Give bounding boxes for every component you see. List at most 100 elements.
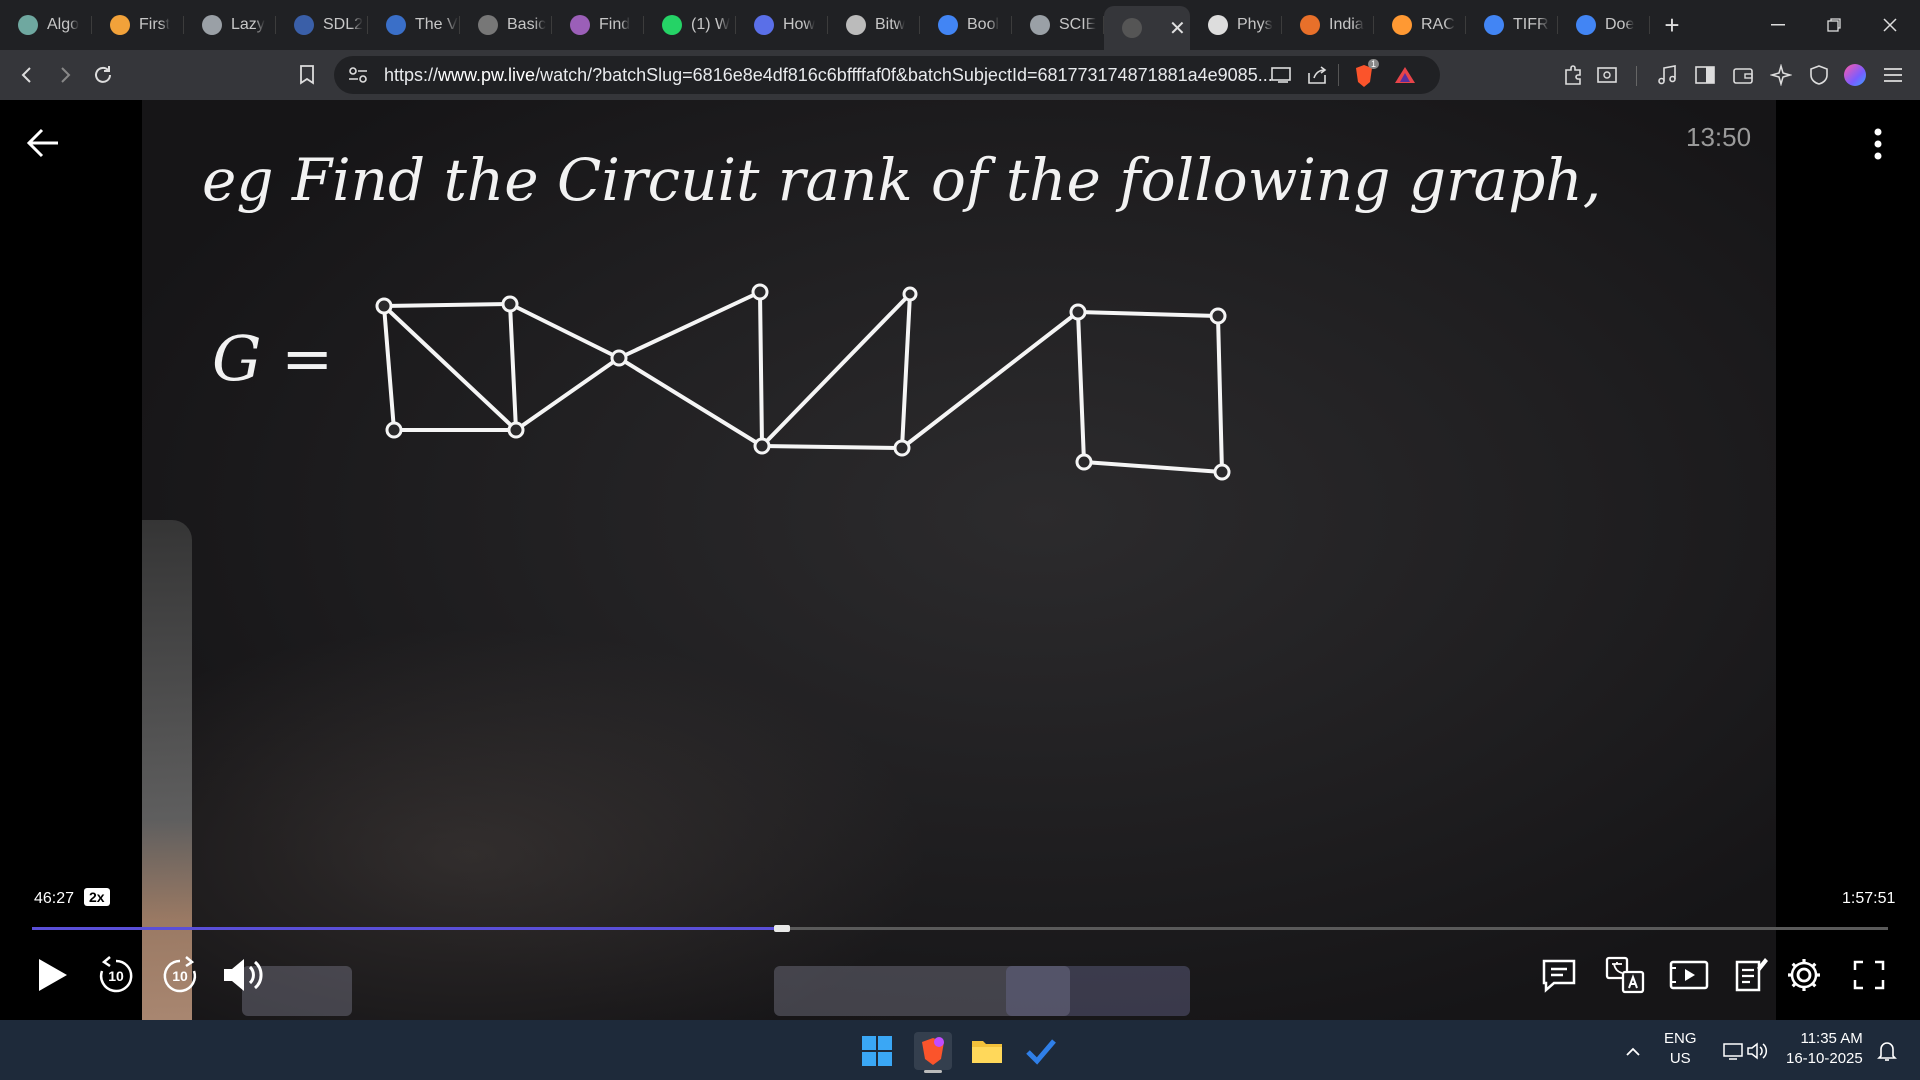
volume-indicator[interactable] [1738, 1032, 1776, 1070]
tab[interactable]: How [736, 0, 828, 50]
tab[interactable]: Bool [920, 0, 1012, 50]
wallet-button[interactable] [1726, 59, 1760, 91]
picture-in-picture-button[interactable] [1668, 950, 1710, 1000]
tab-label: SCIE [1059, 16, 1097, 33]
tab-strip: Algo First Lazy SDL2 The V Basic Find (1) W How B… [0, 0, 1920, 50]
reader-button[interactable] [1590, 59, 1624, 91]
board-title-text: eg Find the Circuit rank of the followin… [202, 146, 1601, 214]
tab[interactable]: Phys [1190, 0, 1282, 50]
graph-vertex [893, 439, 911, 457]
tab[interactable]: First [92, 0, 184, 50]
taskbar-brave[interactable] [914, 1032, 952, 1070]
globe-icon [202, 15, 222, 35]
tray-overflow-button[interactable] [1614, 1032, 1652, 1070]
tab[interactable]: Find [552, 0, 644, 50]
instructor-silhouette [142, 520, 192, 1020]
forward-10-button[interactable]: 10 [158, 950, 202, 1000]
cast-icon[interactable] [1270, 66, 1292, 84]
taskbar-todo[interactable] [1022, 1032, 1060, 1070]
translate-button[interactable] [1604, 950, 1646, 1000]
notifications-button[interactable] [1868, 1032, 1906, 1070]
fullscreen-button[interactable] [1848, 950, 1890, 1000]
tab[interactable]: TIFR [1466, 0, 1558, 50]
folder-icon [972, 1041, 1002, 1063]
address-bar[interactable]: https://www.pw.live/watch/?batchSlug=681… [334, 56, 1440, 94]
graph-vertex [902, 286, 918, 302]
restore-button[interactable] [1806, 0, 1862, 50]
playback-speed-badge[interactable]: 2x [84, 888, 110, 906]
sidebar-button[interactable] [1688, 59, 1722, 91]
leo-ai-button[interactable] [1764, 59, 1798, 91]
play-button[interactable] [32, 950, 72, 1000]
url-prefix: https:// [384, 65, 439, 85]
notes-button[interactable] [1730, 950, 1772, 1000]
extensions-button[interactable] [1556, 59, 1590, 91]
video-player[interactable]: eg Find the Circuit rank of the followin… [0, 100, 1920, 1020]
tab-label: Find [599, 16, 631, 33]
main-menu-button[interactable] [1876, 59, 1910, 91]
wave-icon [386, 15, 406, 35]
tab[interactable]: RAC [1374, 0, 1466, 50]
music-note-icon [1658, 65, 1676, 85]
graph-vertex [385, 421, 403, 439]
volume-button[interactable] [218, 950, 268, 1000]
input-language-indicator[interactable]: ENG US [1664, 1029, 1697, 1069]
settings-button[interactable] [1782, 950, 1826, 1000]
vpn-button[interactable] [1802, 59, 1836, 91]
graph-vertex [1213, 463, 1231, 481]
tab[interactable]: SDL2 [276, 0, 368, 50]
share-icon[interactable] [1306, 65, 1328, 85]
tab[interactable]: India [1282, 0, 1374, 50]
bookmark-button[interactable] [290, 59, 324, 91]
pw-icon [1122, 18, 1142, 38]
brave-rewards-icon[interactable] [1394, 65, 1416, 85]
tab-active[interactable]: ✕ [1104, 6, 1190, 50]
tab[interactable]: The V [368, 0, 460, 50]
windows-taskbar: ENG US 11:35 AM 16-10-2025 [0, 1020, 1920, 1080]
taskbar-file-explorer[interactable] [968, 1032, 1006, 1070]
tab[interactable]: SCIE [1012, 0, 1104, 50]
reload-button[interactable] [86, 59, 120, 91]
tab[interactable]: Basic [460, 0, 552, 50]
tab[interactable]: Algo [0, 0, 92, 50]
site-settings-icon[interactable] [348, 66, 368, 84]
close-tab-icon[interactable]: ✕ [1169, 16, 1186, 41]
seek-bar[interactable] [32, 925, 1888, 932]
wikipedia-icon [1208, 15, 1228, 35]
url-text[interactable]: https://www.pw.live/watch/?batchSlug=681… [384, 56, 1273, 94]
more-options-icon[interactable] [1866, 126, 1890, 162]
close-window-button[interactable] [1862, 0, 1918, 50]
profile-button[interactable] [1838, 59, 1872, 91]
start-button[interactable] [858, 1032, 896, 1070]
total-time: 1:57:51 [1842, 890, 1896, 907]
seek-bar-handle[interactable] [773, 925, 790, 932]
graph-edge [1076, 310, 1224, 474]
chat-button[interactable] [1538, 950, 1580, 1000]
play-icon [39, 959, 67, 991]
tab-label: Bitw [875, 16, 906, 33]
video-clock: 13:50 [1686, 122, 1752, 152]
tab[interactable]: Doe [1558, 0, 1650, 50]
new-tab-button[interactable]: + [1650, 0, 1694, 50]
back-button[interactable] [10, 59, 44, 91]
forward-button[interactable] [48, 59, 82, 91]
back-arrow-icon[interactable] [24, 124, 62, 162]
translate-icon [1605, 956, 1645, 994]
media-button[interactable] [1650, 59, 1684, 91]
minimize-button[interactable] [1750, 0, 1806, 50]
graph-vertex [501, 295, 519, 313]
tab[interactable]: (1) W [644, 0, 736, 50]
tab[interactable]: Lazy [184, 0, 276, 50]
brave-browser-icon [922, 1037, 944, 1065]
whatsapp-icon [662, 15, 682, 35]
hamburger-menu-icon [1884, 68, 1902, 82]
system-clock[interactable]: 11:35 AM 16-10-2025 [1786, 1029, 1863, 1069]
india-flag-icon [1392, 15, 1412, 35]
rewind-10-button[interactable]: 10 [94, 950, 138, 1000]
graph-edge [760, 292, 912, 450]
graph-vertex [1069, 303, 1087, 321]
tab-label: Doe [1605, 16, 1635, 33]
tab[interactable]: Bitw [828, 0, 920, 50]
notes-icon [1735, 958, 1768, 992]
tab-label: The V [415, 16, 458, 33]
